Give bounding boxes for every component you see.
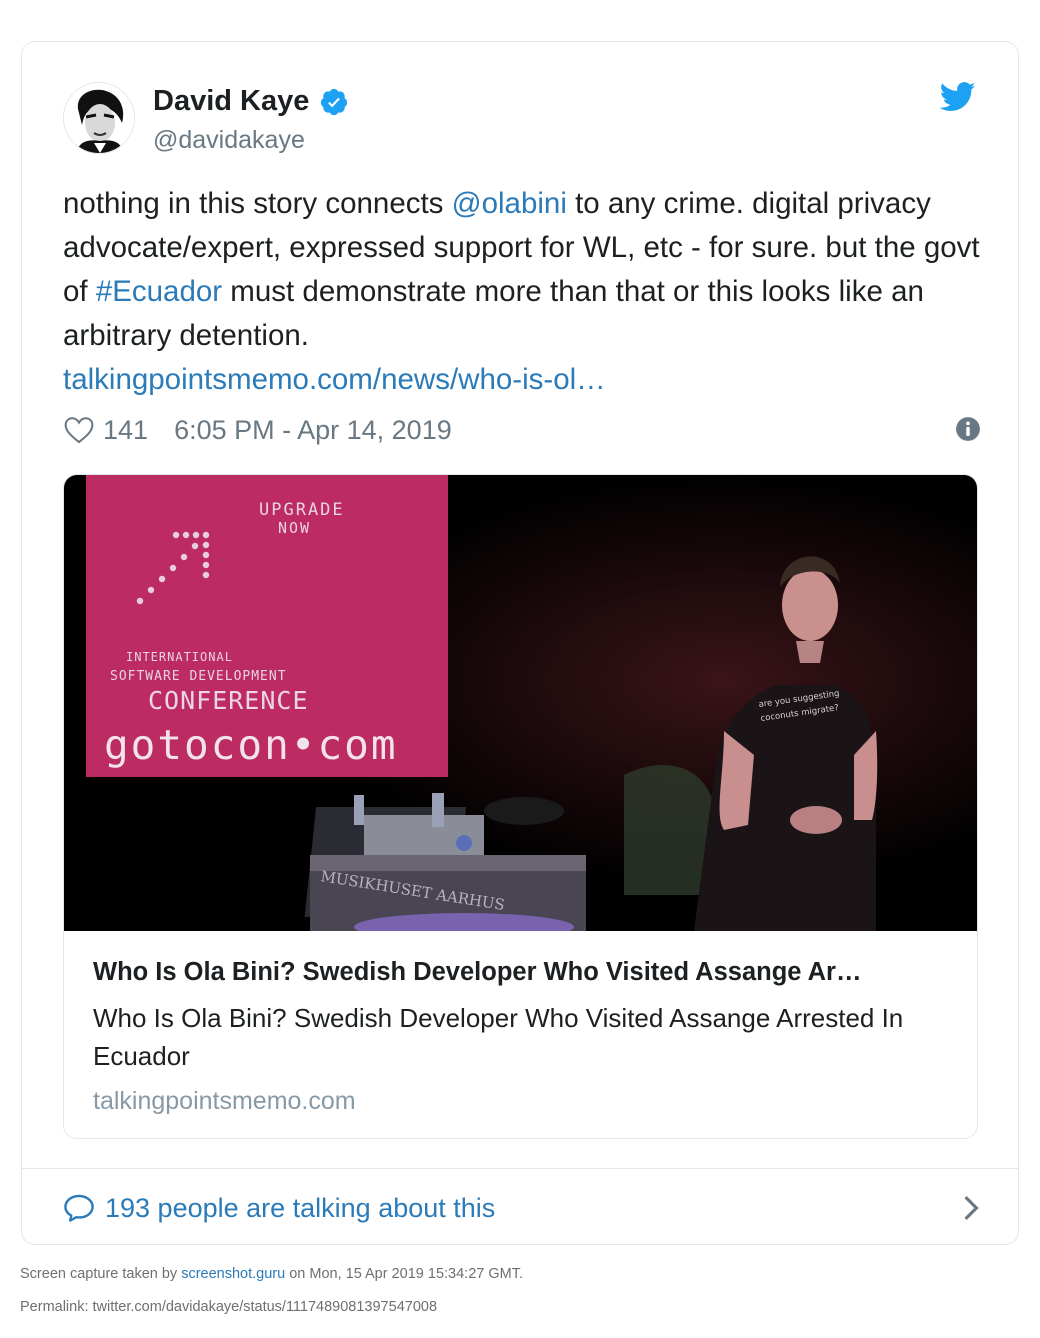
- conversation-link[interactable]: 193 people are talking about this: [63, 1186, 981, 1230]
- verified-badge-icon: [321, 88, 348, 115]
- card-title[interactable]: Who Is Ola Bini? Swedish Developer Who V…: [93, 955, 943, 989]
- like-heart-icon[interactable]: [63, 416, 95, 444]
- banner-text: CONFERENCE: [148, 686, 309, 715]
- banner-text: SOFTWARE DEVELOPMENT: [110, 669, 287, 684]
- permalink[interactable]: Permalink: twitter.com/davidakaye/status…: [20, 1299, 437, 1315]
- chevron-right-icon[interactable]: [961, 1194, 981, 1222]
- tweet-text: nothing in this story connects @olabini …: [63, 182, 983, 402]
- tweet-text-part: nothing in this story connects: [63, 187, 452, 220]
- capture-link[interactable]: screenshot.guru: [181, 1266, 285, 1282]
- author-handle[interactable]: @davidakaye: [153, 126, 305, 155]
- avatar-portrait-icon: [64, 83, 134, 153]
- conversation-label[interactable]: 193 people are talking about this: [105, 1193, 495, 1224]
- banner-text: gotocon•com: [104, 721, 398, 769]
- divider: [22, 1168, 1018, 1169]
- article-photo[interactable]: UPGRADE NOW INTERNATIONAL SOFTWARE DEVEL…: [64, 475, 977, 931]
- reply-bubble-icon: [64, 1194, 94, 1222]
- banner-text: NOW: [278, 519, 311, 537]
- author-display-name[interactable]: David Kaye: [153, 85, 309, 118]
- card-domain: talkingpointsmemo.com: [93, 1087, 356, 1115]
- embedded-tweet-card: David Kaye @davidakaye nothing in this s…: [21, 41, 1019, 1245]
- author-avatar[interactable]: [63, 82, 135, 154]
- capture-note: Screen capture taken by screenshot.guru …: [20, 1266, 523, 1282]
- tweet-timestamp[interactable]: 6:05 PM - Apr 14, 2019: [174, 415, 452, 446]
- twitter-bird-icon[interactable]: [940, 82, 976, 112]
- capture-prefix: Screen capture taken by: [20, 1266, 182, 1282]
- tweet-url-link[interactable]: talkingpointsmemo.com/news/who-is-ol…: [63, 363, 606, 396]
- info-icon[interactable]: [955, 416, 981, 442]
- link-preview-card[interactable]: UPGRADE NOW INTERNATIONAL SOFTWARE DEVEL…: [63, 474, 978, 1139]
- mention-link[interactable]: @olabini: [452, 187, 567, 220]
- tweet-meta-row: 141 6:05 PM - Apr 14, 2019: [63, 412, 981, 448]
- capture-suffix: on Mon, 15 Apr 2019 15:34:27 GMT.: [285, 1266, 523, 1282]
- hashtag-link[interactable]: #Ecuador: [96, 275, 222, 308]
- like-count[interactable]: 141: [103, 415, 148, 446]
- banner-text: INTERNATIONAL: [126, 650, 233, 664]
- banner-text: UPGRADE: [259, 500, 345, 520]
- card-description: Who Is Ola Bini? Swedish Developer Who V…: [93, 1003, 904, 1071]
